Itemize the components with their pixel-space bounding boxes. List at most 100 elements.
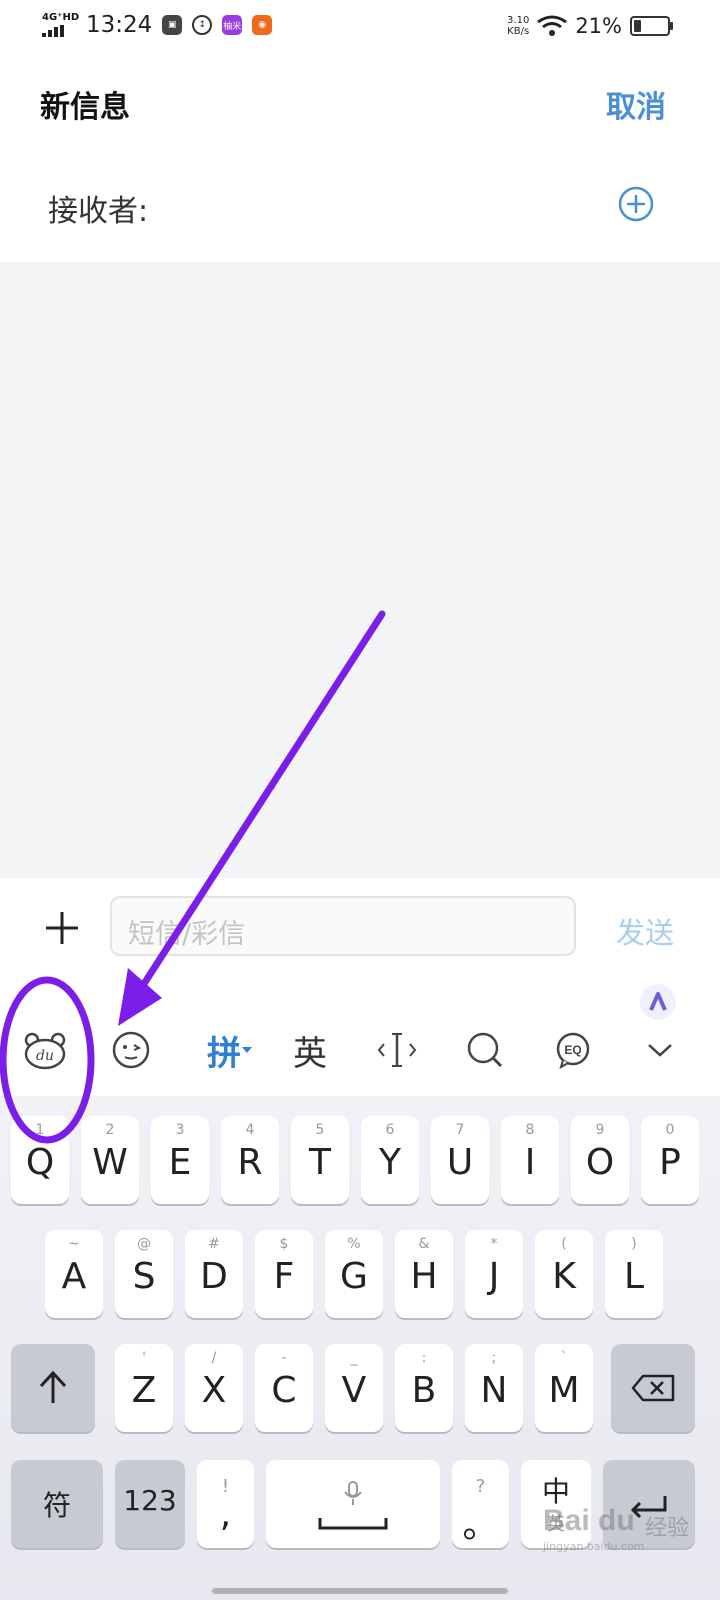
key-w[interactable]: 2W	[81, 1116, 139, 1204]
key-label: J	[488, 1256, 500, 1297]
key-j[interactable]: * J	[465, 1230, 523, 1318]
key-q[interactable]: 1Q	[11, 1116, 69, 1204]
key-k[interactable]: (K	[535, 1230, 593, 1318]
key-y[interactable]: 6Y	[361, 1116, 419, 1204]
pinyin-label: 拼	[207, 1033, 241, 1074]
eq-bubble-icon[interactable]: EQ	[552, 1026, 594, 1074]
key-p[interactable]: 0P	[641, 1116, 699, 1204]
watermark-url: jingyan.baidu.com	[543, 1540, 645, 1553]
cursor-move-icon[interactable]	[376, 1026, 418, 1074]
key-label: S	[132, 1256, 156, 1297]
header: 新信息 取消	[0, 60, 720, 144]
backspace-icon	[631, 1374, 675, 1402]
key-r[interactable]: 4R	[221, 1116, 279, 1204]
comma-key[interactable]: ! ,	[197, 1460, 254, 1548]
key-sub-label: ~	[68, 1236, 80, 1252]
key-c[interactable]: -C	[255, 1344, 313, 1432]
speed-unit: KB/s	[507, 26, 530, 37]
key-s[interactable]: @ S	[115, 1230, 173, 1318]
recipient-row[interactable]: 接收者:	[0, 150, 720, 262]
key-b[interactable]: :B	[395, 1344, 453, 1432]
battery-icon	[630, 16, 673, 36]
key-t[interactable]: 5T	[291, 1116, 349, 1204]
key-sub-label: 1	[35, 1122, 45, 1138]
key-label: B	[411, 1370, 437, 1411]
app-badge-icon: 柚米	[222, 15, 243, 35]
notification-app-icon: ◉	[252, 15, 273, 35]
key-x[interactable]: / X	[185, 1344, 243, 1432]
shift-key[interactable]	[11, 1344, 95, 1432]
game-icon: ▣	[162, 15, 183, 35]
watermark: Bai du 经验 jingyan.baidu.com	[543, 1504, 703, 1553]
key-label: U	[446, 1142, 474, 1183]
message-input[interactable]: 短信/彩信	[110, 896, 576, 956]
caret-down-icon	[242, 1047, 252, 1053]
key-sub-label: 0	[665, 1122, 675, 1138]
status-right: 3.10 KB/s 21%	[507, 14, 673, 38]
key-sub-label: 4	[245, 1122, 255, 1138]
key-label: E	[168, 1142, 192, 1183]
send-button[interactable]: 发送	[616, 910, 674, 952]
key-label: R	[237, 1142, 263, 1183]
symbols-key[interactable]: 符	[11, 1460, 103, 1548]
key-i[interactable]: 8I	[501, 1116, 559, 1204]
key-h[interactable]: & H	[395, 1230, 453, 1318]
key-label: I	[524, 1142, 536, 1183]
clock: 13:24	[86, 12, 153, 38]
key-label: P	[659, 1142, 681, 1183]
backspace-key[interactable]	[611, 1344, 695, 1432]
key-label: X	[201, 1370, 227, 1411]
key-z[interactable]: ' Z	[115, 1344, 173, 1432]
assistant-icon[interactable]	[640, 984, 676, 1020]
key-label: V	[341, 1370, 367, 1411]
key-sub-label: 3	[175, 1122, 185, 1138]
key-sub-label: '	[142, 1350, 146, 1366]
page-title: 新信息	[40, 90, 130, 125]
cancel-button[interactable]: 取消	[606, 82, 666, 126]
period-key[interactable]: ? 。	[452, 1460, 509, 1548]
key-g[interactable]: % G	[325, 1230, 383, 1318]
key-label: T	[309, 1142, 331, 1183]
key-sub-label: %	[347, 1236, 361, 1252]
key-sub-label: 6	[385, 1122, 395, 1138]
english-mode-button[interactable]: 英	[288, 1026, 332, 1074]
message-thread-area	[0, 262, 720, 878]
svg-text:EQ: EQ	[564, 1043, 581, 1057]
battery-percent: 21%	[575, 14, 622, 38]
key-sub-label: 7	[455, 1122, 465, 1138]
wifi-icon	[537, 15, 568, 36]
key-e[interactable]: 3E	[151, 1116, 209, 1204]
key-label: G	[340, 1256, 368, 1297]
home-indicator[interactable]	[212, 1588, 508, 1594]
key-u[interactable]: 7U	[431, 1116, 489, 1204]
key-a[interactable]: ~ A	[45, 1230, 103, 1318]
key-d[interactable]: # D	[185, 1230, 243, 1318]
space-key[interactable]	[266, 1460, 440, 1548]
watermark-logo: Bai du	[543, 1504, 635, 1537]
network-type: 4G⁺HD	[42, 12, 80, 23]
symbols-label: 符	[42, 1489, 71, 1522]
du-bear-icon[interactable]: du	[22, 1026, 68, 1074]
plus-icon[interactable]	[44, 910, 80, 946]
plus-circle-icon[interactable]	[618, 186, 654, 222]
key-f[interactable]: $ F	[255, 1230, 313, 1318]
key-sub-label: *	[490, 1236, 498, 1252]
key-label: N	[480, 1370, 508, 1411]
key-v[interactable]: _ V	[325, 1344, 383, 1432]
key-n[interactable]: ; N	[465, 1344, 523, 1432]
svg-text:du: du	[36, 1048, 54, 1064]
numbers-key[interactable]: 123	[115, 1460, 185, 1548]
chevron-down-icon[interactable]	[644, 1026, 676, 1074]
emoji-face-icon[interactable]	[110, 1026, 152, 1074]
search-icon[interactable]	[464, 1026, 506, 1074]
recipient-label: 接收者:	[48, 194, 149, 229]
key-l[interactable]: ) L	[605, 1230, 663, 1318]
pinyin-mode-button[interactable]: 拼	[200, 1026, 260, 1074]
key-sub-label: 9	[595, 1122, 605, 1138]
key-label: D	[200, 1256, 228, 1297]
network-indicator: 4G⁺HD	[42, 12, 80, 37]
key-m[interactable]: ` M	[535, 1344, 593, 1432]
key-o[interactable]: 9O	[571, 1116, 629, 1204]
signal-icon	[42, 25, 76, 37]
key-sub-label: ;	[491, 1350, 497, 1366]
